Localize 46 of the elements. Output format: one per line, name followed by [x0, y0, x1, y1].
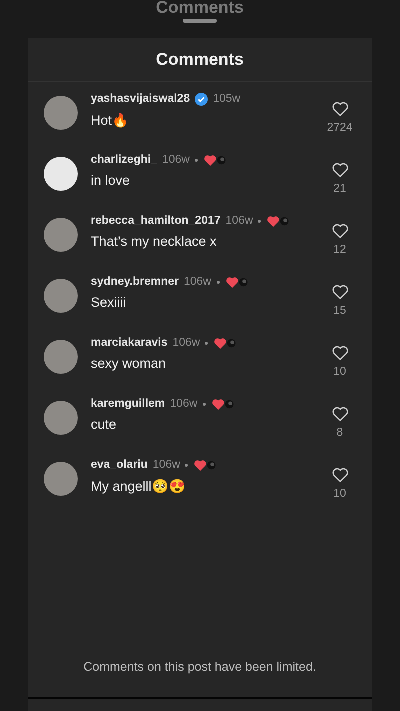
comment-time: 105w	[213, 93, 241, 105]
comment-text: Sexiiii	[91, 295, 128, 310]
username[interactable]: rebecca_hamilton_2017	[91, 215, 221, 227]
username[interactable]: yashasvijaiswal28	[91, 93, 190, 105]
like-count: 21	[334, 183, 346, 195]
separator-dot	[202, 402, 206, 406]
comment-text: in love	[91, 173, 132, 188]
like-heart-icon[interactable]	[332, 284, 348, 300]
like-count: 10	[334, 488, 346, 500]
like-count: 12	[334, 244, 346, 256]
like-count: 8	[336, 427, 344, 439]
like-heart-icon[interactable]	[332, 223, 348, 239]
avatar[interactable]	[44, 157, 78, 191]
comment-time: 106w	[162, 154, 190, 166]
username[interactable]: sydney.bremner	[91, 276, 179, 288]
sheet-title: Comments	[28, 38, 372, 82]
username[interactable]: marciakaravis	[91, 337, 168, 349]
drag-handle[interactable]	[183, 19, 217, 23]
like-count: 10	[334, 366, 346, 378]
username[interactable]: eva_olariu	[91, 459, 148, 471]
separator-dot	[194, 158, 198, 162]
like-heart-icon[interactable]	[332, 162, 348, 178]
separator-dot	[258, 220, 262, 222]
username[interactable]: charlizeghi_	[91, 154, 158, 166]
comment-text: Hot🔥	[91, 112, 130, 128]
separator-dot	[216, 280, 220, 284]
like-count: 2724	[327, 122, 353, 134]
like-heart-icon[interactable]	[332, 406, 348, 422]
comment-text: That’s my necklace x	[91, 234, 218, 249]
comment-time: 106w	[172, 337, 200, 349]
like-heart-icon[interactable]	[332, 345, 348, 361]
separator-dot	[185, 464, 188, 466]
comment-time: 106w	[184, 276, 212, 288]
comment-time: 106w	[170, 398, 198, 410]
like-heart-icon[interactable]	[332, 101, 348, 117]
username[interactable]: karemguillem	[91, 398, 166, 410]
limited-notice: Comments on this post have been limited.	[82, 660, 318, 674]
background-title: Comments	[156, 0, 244, 16]
comment-text: cute	[91, 417, 118, 432]
comment-time: 106w	[226, 215, 254, 227]
like-heart-icon[interactable]	[332, 467, 348, 483]
comment-time: 106w	[152, 459, 180, 471]
comment-text: sexy woman	[91, 356, 168, 371]
comment-text: My angelll🥺😍	[91, 478, 187, 494]
like-count: 15	[334, 305, 346, 317]
separator-dot	[205, 342, 208, 344]
